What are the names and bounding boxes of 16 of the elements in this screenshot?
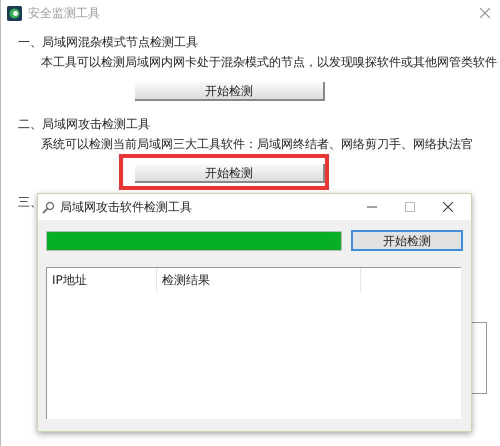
dialog-title: 局域网攻击软件检测工具 — [60, 199, 192, 216]
section-description: 系统可以检测当前局域网三大工具软件：局域网终结者、网络剪刀手、网络执法官 — [40, 136, 473, 152]
window-title: 安全监测工具 — [28, 5, 100, 22]
section-heading: 一、局域网混杂模式节点检测工具 — [17, 34, 198, 50]
section-description: 本工具可以检测局域网内网卡处于混杂模式的节点，以发现嗅探软件或其他网管类软件 — [40, 54, 497, 70]
section-heading: 三、 — [17, 194, 42, 210]
close-icon[interactable] — [443, 202, 453, 212]
start-button[interactable]: 开始检测 — [135, 82, 325, 101]
column-header[interactable]: IP地址 — [47, 268, 157, 292]
section-heading: 二、局域网攻击检测工具 — [17, 116, 150, 132]
start-button[interactable]: 开始检测 — [135, 164, 325, 183]
start-button[interactable]: 开始检测 — [351, 230, 463, 251]
magnifier-icon — [42, 200, 55, 214]
app-icon — [7, 6, 22, 20]
column-header[interactable]: 检测结果 — [157, 268, 361, 292]
scroll-frame — [471, 322, 487, 394]
